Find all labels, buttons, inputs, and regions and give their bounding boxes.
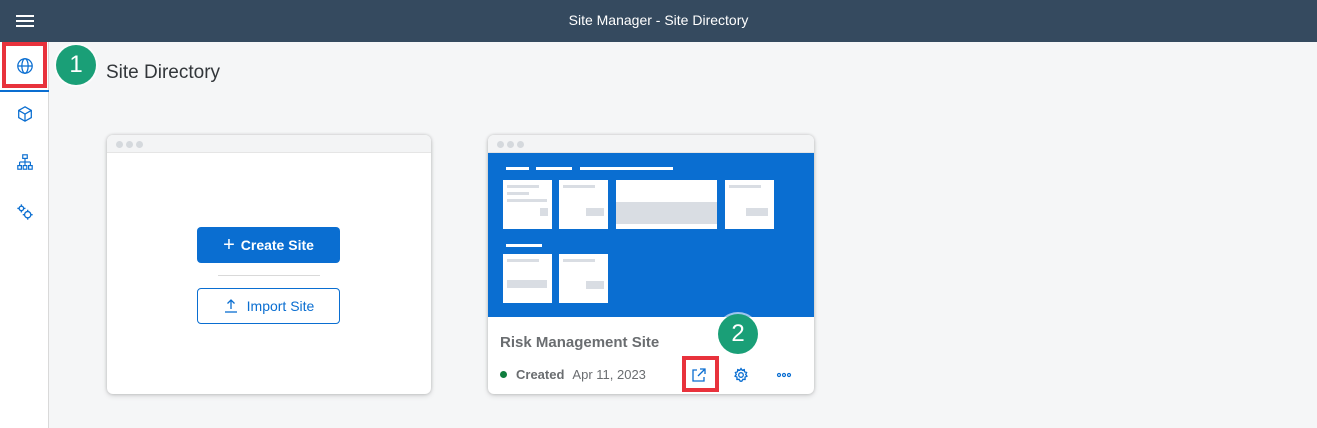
more-options-button[interactable] — [770, 361, 798, 389]
step-badge-2: 2 — [718, 314, 758, 354]
create-site-button[interactable]: + Create Site — [197, 227, 340, 263]
sidebar-item-content[interactable] — [0, 94, 49, 134]
upload-icon — [224, 299, 237, 313]
site-status: Created Apr 11, 2023 — [500, 367, 646, 382]
shell-header: Site Manager - Site Directory — [0, 0, 1317, 42]
go-to-site-button[interactable] — [685, 361, 713, 389]
import-site-button[interactable]: Import Site — [197, 288, 340, 324]
page-title: Site Directory — [106, 62, 221, 83]
gear-icon — [734, 367, 748, 382]
site-preview-thumbnail — [488, 153, 814, 317]
card-window-bar — [107, 135, 431, 153]
site-card[interactable]: Risk Management Site Created Apr 11, 202… — [488, 135, 814, 394]
hierarchy-icon — [16, 154, 33, 170]
step-badge-1: 1 — [56, 45, 96, 85]
cube-icon — [17, 106, 32, 122]
globe-icon — [16, 58, 33, 74]
card-window-bar — [488, 135, 814, 153]
sidebar-item-site-directory[interactable] — [0, 46, 49, 86]
site-settings-button[interactable] — [727, 361, 755, 389]
site-name[interactable]: Risk Management Site — [500, 334, 659, 351]
side-navigation — [0, 42, 49, 428]
status-label: Created — [516, 367, 565, 382]
plus-icon: + — [223, 234, 235, 256]
divider — [218, 275, 320, 276]
import-site-label: Import Site — [246, 298, 315, 314]
app-title: Site Manager - Site Directory — [568, 12, 749, 28]
status-dot — [500, 371, 507, 378]
gears-icon — [16, 204, 33, 220]
sidebar-item-settings[interactable] — [0, 192, 49, 232]
new-site-card: + Create Site Import Site — [107, 135, 431, 394]
status-date: Apr 11, 2023 — [572, 367, 646, 382]
create-site-label: Create Site — [240, 237, 314, 253]
more-icon — [776, 372, 792, 378]
nav-separator — [0, 90, 49, 92]
sidebar-item-hierarchy[interactable] — [0, 142, 49, 182]
external-link-icon — [692, 368, 706, 382]
